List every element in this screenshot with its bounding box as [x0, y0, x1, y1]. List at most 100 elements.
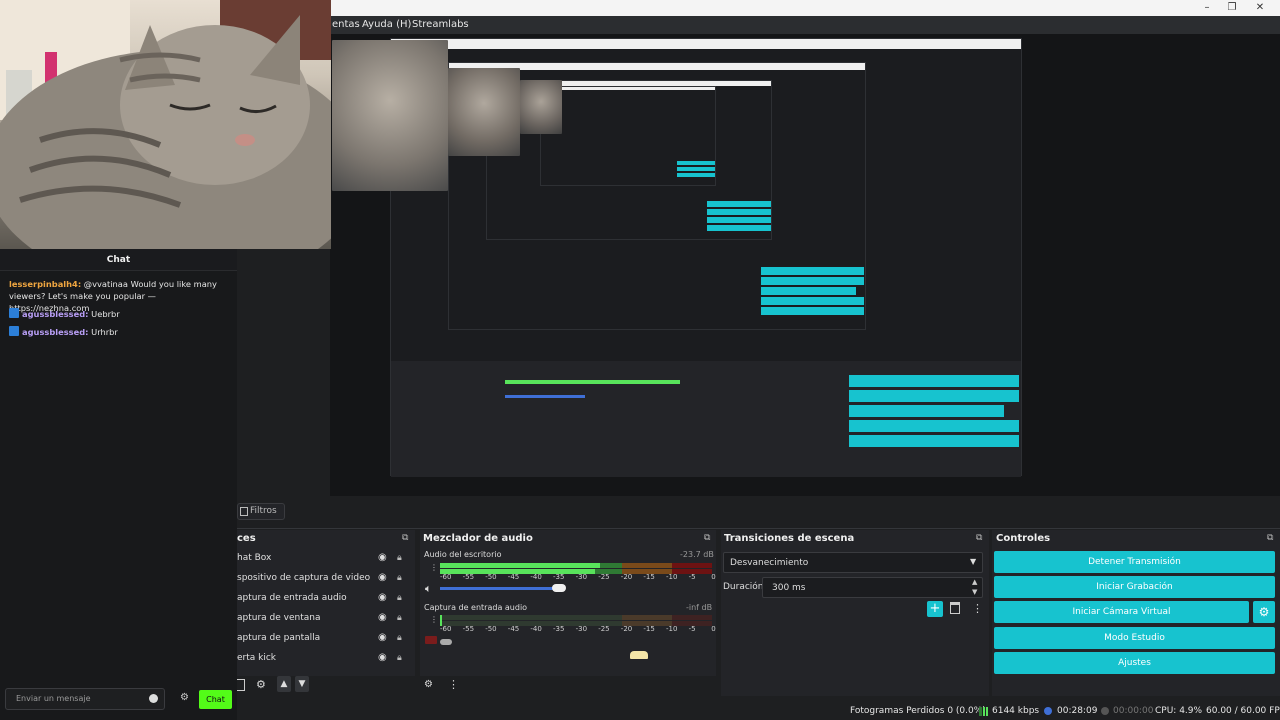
meter-tick-label: -60: [440, 625, 452, 633]
virtual-camera-settings-icon[interactable]: ⚙: [1253, 601, 1275, 623]
settings-button[interactable]: Ajustes: [994, 652, 1275, 674]
desktop-audio-meter-yellow: [622, 563, 672, 568]
signal-icon: [979, 707, 988, 716]
visibility-eye-icon[interactable]: ◉: [378, 653, 390, 663]
spin-up-icon[interactable]: ▲: [972, 578, 977, 586]
lock-icon[interactable]: 🔒︎: [397, 593, 407, 603]
filters-tab[interactable]: Filtros: [237, 503, 285, 520]
dock-divider: [237, 528, 1280, 529]
transitions-title: Transiciones de escena: [724, 533, 855, 544]
chat-username[interactable]: lesserpinbalh4:: [9, 279, 81, 289]
visibility-eye-icon[interactable]: ◉: [378, 593, 390, 603]
chat-input-placeholder: Enviar un mensaje: [16, 694, 91, 703]
mic-meter-red: [672, 615, 712, 620]
mixer-undock-icon[interactable]: ⧉: [704, 533, 710, 543]
record-icon: [1101, 707, 1109, 715]
lock-icon[interactable]: 🔒︎: [397, 633, 407, 643]
lock-icon[interactable]: 🔒︎: [397, 573, 407, 583]
desktop-audio-speaker-icon[interactable]: 🔈︎: [425, 582, 432, 596]
meter-tick-label: -25: [598, 625, 610, 633]
start-recording-button[interactable]: Iniciar Grabación: [994, 576, 1275, 598]
undock-icon[interactable]: ⧉: [402, 533, 408, 543]
chat-send-button[interactable]: Chat: [199, 690, 232, 709]
mic-capture-menu-icon[interactable]: ⋮: [430, 615, 438, 624]
menu-ayuda[interactable]: Ayuda (H): [362, 16, 411, 34]
move-down-icon[interactable]: ▼: [295, 676, 309, 692]
desktop-audio-volume-track[interactable]: [440, 587, 560, 590]
meter-tick-label: -40: [530, 573, 542, 581]
stream-time: 00:28:09: [1057, 706, 1098, 716]
source-label: aptura de entrada audio: [237, 593, 347, 603]
menu-streamlabs[interactable]: Streamlabs: [412, 16, 469, 34]
dropped-frames: Fotogramas Perdidos 0 (0.0%): [850, 706, 986, 716]
mouse-cursor-icon: [630, 651, 648, 659]
mic-muted-icon[interactable]: [425, 636, 437, 644]
delete-transition-icon[interactable]: [950, 602, 960, 614]
status-bar: Fotogramas Perdidos 0 (0.0%) 6144 kbps 0…: [237, 702, 1280, 720]
desktop-audio-volume-slider[interactable]: [552, 584, 566, 592]
mixer-advanced-icon[interactable]: ⚙: [424, 679, 433, 690]
transition-select[interactable]: Desvanecimiento ▼: [723, 552, 983, 573]
filter-icon: [240, 507, 248, 516]
meter-tick-label: -55: [462, 625, 475, 633]
visibility-eye-icon[interactable]: ◉: [378, 613, 390, 623]
visibility-eye-icon[interactable]: ◉: [378, 553, 390, 563]
source-item[interactable]: hat Box ◉ 🔒︎: [237, 550, 415, 570]
maximize-button[interactable]: ❐: [1221, 0, 1243, 16]
source-item[interactable]: spositivo de captura de video ◉ 🔒︎: [237, 570, 415, 590]
cpu-usage: CPU: 4.9%: [1155, 706, 1203, 716]
lock-icon[interactable]: 🔒︎: [397, 613, 407, 623]
meter-tick-label: -10: [666, 625, 678, 633]
add-transition-button[interactable]: +: [927, 601, 943, 617]
source-item[interactable]: aptura de pantalla ◉ 🔒︎: [237, 630, 415, 650]
meter-tick-label: -55: [462, 573, 475, 581]
duration-spinbox[interactable]: 300 ms ▲ ▼: [762, 577, 983, 598]
transitions-undock-icon[interactable]: ⧉: [976, 533, 982, 543]
meter-tick-label: -30: [575, 625, 588, 633]
transition-selected-value: Desvanecimiento: [730, 558, 809, 568]
chat-username[interactable]: agussblessed:: [22, 309, 89, 319]
chat-message: agussblessed: Urhrbr: [9, 326, 235, 338]
menu-herramientas[interactable]: entas: [332, 16, 360, 34]
transition-menu-icon[interactable]: ⋮: [972, 602, 983, 615]
desktop-audio-menu-icon[interactable]: ⋮: [430, 563, 438, 572]
remove-source-icon[interactable]: [237, 679, 245, 691]
fps: 60.00 / 60.00 FPS: [1206, 706, 1280, 716]
meter-tick-label: -25: [598, 573, 610, 581]
meter-tick-label: -15: [643, 625, 655, 633]
lock-icon[interactable]: 🔒︎: [397, 553, 407, 563]
chat-message-input[interactable]: Enviar un mensaje: [5, 688, 165, 710]
mixer-toolbar: ⚙ ⋮: [420, 676, 716, 696]
spin-down-icon[interactable]: ▼: [972, 588, 977, 596]
source-item[interactable]: aptura de entrada audio ◉ 🔒︎: [237, 590, 415, 610]
studio-mode-button[interactable]: Modo Estudio: [994, 627, 1275, 649]
visibility-eye-icon[interactable]: ◉: [378, 633, 390, 643]
controls-undock-icon[interactable]: ⧉: [1267, 533, 1273, 543]
source-item[interactable]: erta kick ◉ 🔒︎: [237, 650, 415, 670]
minimize-button[interactable]: –: [1196, 0, 1218, 16]
chat-username[interactable]: agussblessed:: [22, 327, 89, 337]
webcam-capture-nested-2: [448, 68, 520, 156]
move-up-icon[interactable]: ▲: [277, 676, 291, 692]
visibility-eye-icon[interactable]: ◉: [378, 573, 390, 583]
mixer-menu-icon[interactable]: ⋮: [448, 678, 459, 691]
desktop-audio-label: Audio del escritorio: [424, 550, 502, 559]
meter-tick-label: -50: [485, 573, 497, 581]
stop-streaming-button[interactable]: Detener Transmisión: [994, 551, 1275, 573]
desktop-audio-db: -23.7 dB: [680, 550, 714, 559]
chat-settings-icon[interactable]: ⚙: [180, 692, 189, 703]
mic-meter-background: [440, 615, 622, 620]
emoji-icon[interactable]: [149, 694, 158, 703]
mic-volume-slider[interactable]: [440, 639, 452, 645]
source-settings-icon[interactable]: ⚙: [256, 678, 266, 691]
meter-tick-label: 0: [711, 573, 716, 581]
live-icon: [1044, 707, 1052, 715]
source-item[interactable]: aptura de ventana ◉ 🔒︎: [237, 610, 415, 630]
start-virtual-camera-button[interactable]: Iniciar Cámara Virtual: [994, 601, 1249, 623]
lock-icon[interactable]: 🔒︎: [397, 653, 407, 663]
source-label: aptura de pantalla: [237, 633, 321, 643]
close-button[interactable]: ✕: [1249, 0, 1271, 16]
webcam-overlay: [0, 0, 331, 249]
nested-capture-4: [540, 86, 716, 186]
desktop-audio-meter-red: [672, 563, 712, 568]
